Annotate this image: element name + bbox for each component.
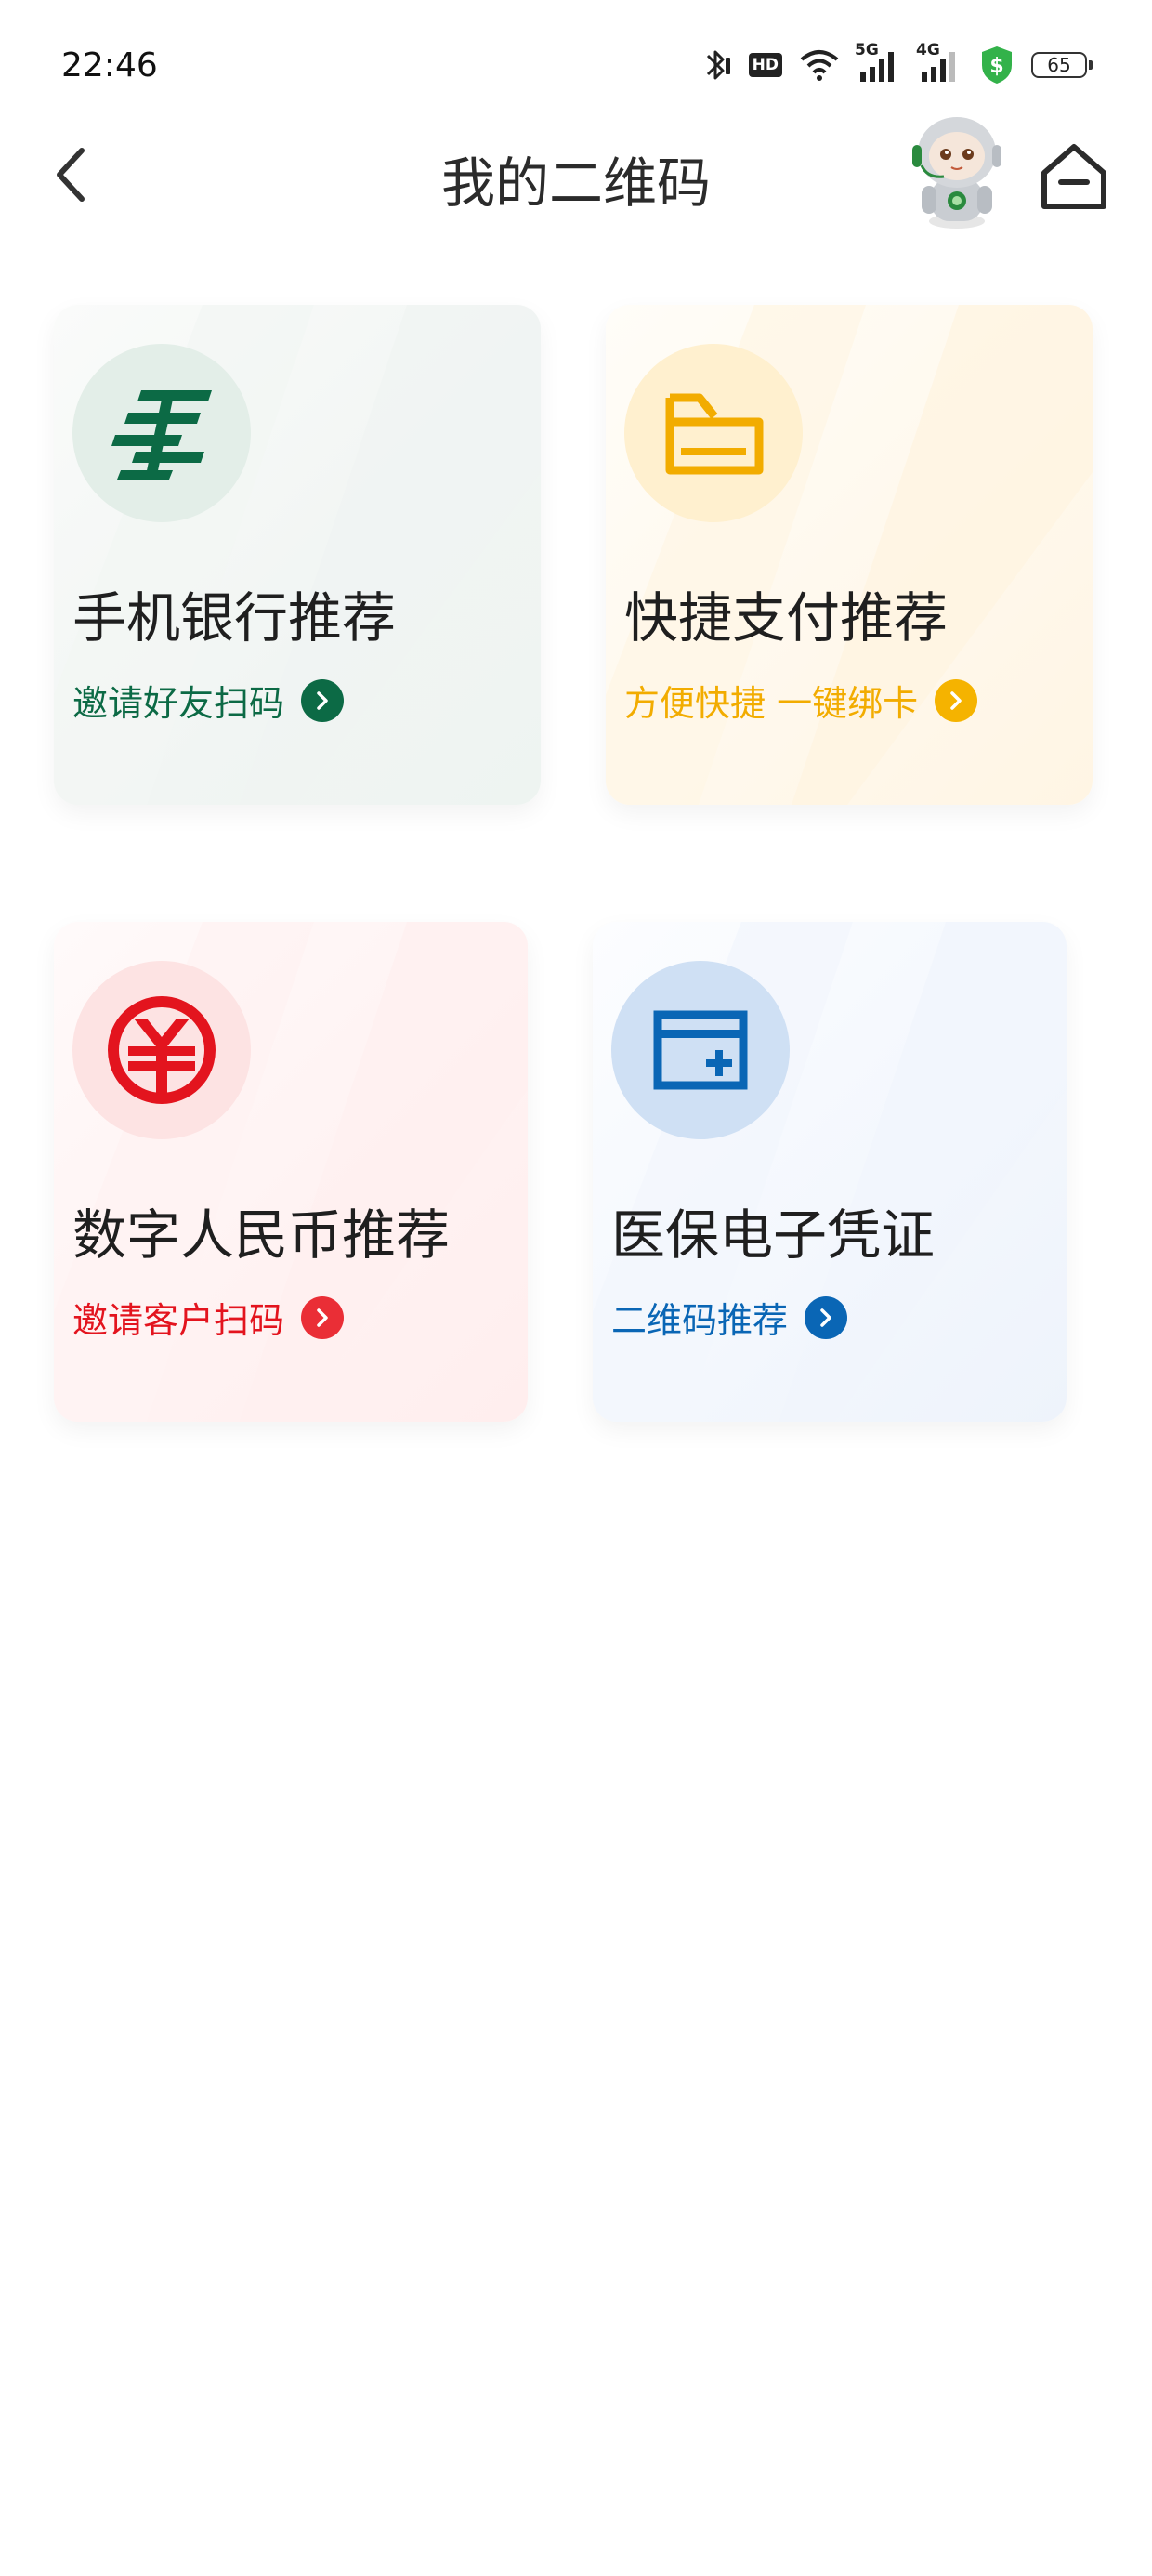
chevron-right-icon <box>301 1295 345 1339</box>
card-medical-insurance[interactable]: 医保电子凭证 二维码推荐 <box>593 922 1067 1422</box>
signal-5g-label: 5G <box>855 41 879 59</box>
card-icon-badge <box>624 344 803 522</box>
card-icon-badge <box>72 344 251 522</box>
card-icon-badge <box>72 961 251 1139</box>
china-post-logo-icon <box>111 390 212 480</box>
chevron-right-icon <box>301 678 345 722</box>
card-title: 数字人民币推荐 <box>72 1203 451 1267</box>
status-time: 22:46 <box>61 46 158 85</box>
home-icon <box>1041 144 1106 209</box>
card-mobile-banking[interactable]: 手机银行推荐 邀请好友扫码 <box>54 305 541 805</box>
card-title: 快捷支付推荐 <box>624 586 949 650</box>
card-link-label: 二维码推荐 <box>611 1300 789 1341</box>
home-button[interactable] <box>1033 136 1115 217</box>
medical-insurance-card-icon <box>653 1010 748 1090</box>
status-icons: HD 5G 4G $ 65 <box>700 41 1093 87</box>
battery-icon: 65 <box>1031 52 1093 78</box>
bind-card-link[interactable]: 方便快捷 一键绑卡 <box>624 675 978 726</box>
bluetooth-icon <box>700 46 732 84</box>
card-payment-icon <box>665 393 764 475</box>
wifi-icon <box>799 48 840 82</box>
signal-4g-label: 4G <box>916 41 940 59</box>
security-shield-icon: $ <box>979 45 1015 85</box>
status-bar: 22:46 HD 5G 4G $ 65 <box>0 0 1152 130</box>
card-digital-rmb[interactable]: 数字人民币推荐 邀请客户扫码 <box>54 922 528 1422</box>
card-quick-payment[interactable]: 快捷支付推荐 方便快捷 一键绑卡 <box>606 305 1093 805</box>
card-link-label: 方便快捷 一键绑卡 <box>624 683 919 724</box>
qr-recommend-link[interactable]: 二维码推荐 <box>611 1292 848 1343</box>
invite-friends-link[interactable]: 邀请好友扫码 <box>72 675 345 726</box>
card-link-label: 邀请好友扫码 <box>72 683 285 724</box>
robot-mascot[interactable] <box>899 112 1015 232</box>
card-title: 医保电子凭证 <box>611 1203 936 1267</box>
top-navigation-bar: 我的二维码 <box>0 117 1152 229</box>
digital-rmb-icon <box>108 996 216 1104</box>
signal-4g-icon: 4G <box>916 41 962 84</box>
svg-text:$: $ <box>989 55 1003 78</box>
chevron-right-icon <box>935 678 978 722</box>
card-link-label: 邀请客户扫码 <box>72 1300 285 1341</box>
hd-icon: HD <box>748 53 782 77</box>
signal-5g-icon: 5G <box>855 41 901 84</box>
card-title: 手机银行推荐 <box>72 586 397 650</box>
invite-customer-link[interactable]: 邀请客户扫码 <box>72 1292 345 1343</box>
chevron-right-icon <box>805 1295 848 1339</box>
card-icon-badge <box>611 961 790 1139</box>
